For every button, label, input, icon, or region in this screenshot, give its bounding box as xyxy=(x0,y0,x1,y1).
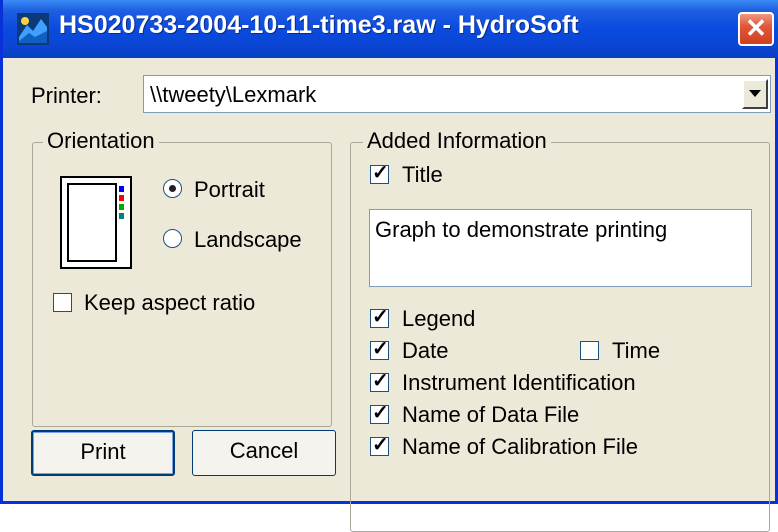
preview-swatch xyxy=(119,213,124,219)
close-icon: ✕ xyxy=(745,13,767,43)
window-title: HS020733-2004-10-11-time3.raw - HydroSof… xyxy=(59,11,579,39)
instrument-identification-checkbox[interactable]: ✓ xyxy=(370,370,389,392)
portrait-label[interactable]: Portrait xyxy=(194,177,265,203)
landscape-radio[interactable] xyxy=(163,229,182,248)
orientation-group-label: Orientation xyxy=(43,128,159,154)
preview-swatch xyxy=(119,186,124,192)
data-file-name-label[interactable]: Name of Data File xyxy=(402,402,579,428)
hydrosoft-app-icon xyxy=(17,13,49,45)
dropdown-arrow-button[interactable] xyxy=(742,79,768,109)
print-button[interactable]: Print xyxy=(31,430,175,476)
print-dialog-window: HS020733-2004-10-11-time3.raw - HydroSof… xyxy=(0,0,778,532)
preview-swatch xyxy=(119,195,124,201)
landscape-label[interactable]: Landscape xyxy=(194,227,302,253)
check-icon: ✓ xyxy=(372,402,389,424)
date-checkbox[interactable]: ✓ xyxy=(370,338,389,360)
cancel-button[interactable]: Cancel xyxy=(192,430,336,476)
legend-checkbox[interactable]: ✓ xyxy=(370,306,389,328)
added-information-group xyxy=(350,142,770,532)
check-icon: ✓ xyxy=(372,162,389,184)
data-file-name-checkbox[interactable]: ✓ xyxy=(370,402,389,424)
check-icon: ✓ xyxy=(372,370,389,392)
title-bar[interactable]: HS020733-2004-10-11-time3.raw - HydroSof… xyxy=(3,0,778,58)
calibration-file-name-label[interactable]: Name of Calibration File xyxy=(402,434,638,460)
keep-aspect-ratio-checkbox[interactable] xyxy=(53,293,72,312)
close-button[interactable]: ✕ xyxy=(738,12,774,46)
time-checkbox[interactable] xyxy=(580,341,599,360)
printer-select[interactable]: \\tweety\Lexmark xyxy=(143,75,771,113)
date-label[interactable]: Date xyxy=(402,338,448,364)
title-text-input[interactable]: Graph to demonstrate printing xyxy=(369,209,752,287)
printer-select-value: \\tweety\Lexmark xyxy=(150,82,317,107)
check-icon: ✓ xyxy=(372,434,389,456)
page-preview-frame xyxy=(67,183,117,262)
radio-selected-dot xyxy=(169,185,176,192)
instrument-identification-label[interactable]: Instrument Identification xyxy=(402,370,636,396)
added-information-group-label: Added Information xyxy=(363,128,551,154)
dialog-body: Printer: \\tweety\Lexmark Orientation Po… xyxy=(3,58,778,532)
check-icon: ✓ xyxy=(372,338,389,360)
chevron-down-icon xyxy=(749,90,761,97)
portrait-radio[interactable] xyxy=(163,179,182,198)
check-icon: ✓ xyxy=(372,306,389,328)
keep-aspect-ratio-label[interactable]: Keep aspect ratio xyxy=(84,290,255,316)
legend-label[interactable]: Legend xyxy=(402,306,475,332)
page-preview-image xyxy=(60,176,132,269)
time-label[interactable]: Time xyxy=(612,338,660,364)
preview-swatch xyxy=(119,204,124,210)
title-label[interactable]: Title xyxy=(402,162,443,188)
title-checkbox[interactable]: ✓ xyxy=(370,162,389,184)
title-text-value: Graph to demonstrate printing xyxy=(375,217,668,242)
calibration-file-name-checkbox[interactable]: ✓ xyxy=(370,434,389,456)
printer-label: Printer: xyxy=(31,83,102,108)
